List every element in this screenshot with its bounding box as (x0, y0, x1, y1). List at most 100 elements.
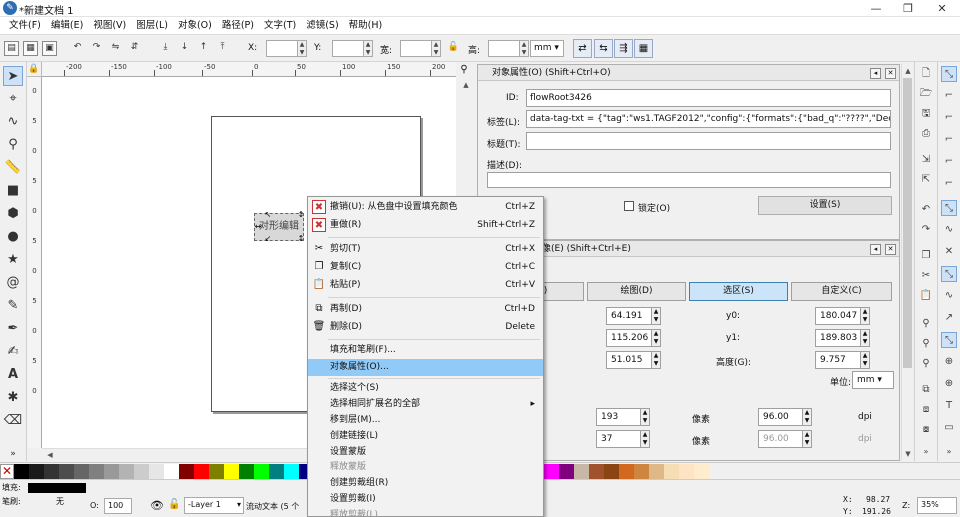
menu-item-set-clip[interactable]: 设置剪裁(I) (308, 491, 543, 508)
close-button[interactable]: ✕ (926, 0, 958, 17)
raise-icon[interactable]: ↑ (196, 41, 211, 56)
copy-icon[interactable]: ❐ (918, 248, 934, 264)
color-swatch[interactable] (44, 464, 59, 479)
minimize-button[interactable]: — (860, 0, 892, 17)
layer-visibility-icon[interactable]: 👁 (150, 499, 164, 512)
color-swatch[interactable] (694, 464, 709, 479)
menu-item-fill-stroke[interactable]: 填充和笔刷(F)... (308, 342, 543, 359)
set-button[interactable]: 设置(S) (758, 196, 892, 215)
scroll-left-icon[interactable]: ◀ (44, 449, 56, 461)
transform-handle-icon[interactable]: ↙ (264, 235, 272, 243)
no-paint-swatch-icon[interactable]: ✕ (0, 464, 14, 479)
color-swatch[interactable] (254, 464, 269, 479)
node-tool-icon[interactable]: ⌖ (3, 89, 23, 109)
menu-item-delete[interactable]: 🗑 删除(D) Delete (308, 319, 543, 336)
color-swatch[interactable] (194, 464, 209, 479)
lower-icon[interactable]: ↓ (177, 41, 192, 56)
save-icon[interactable]: 🖫 (918, 106, 934, 122)
color-swatch[interactable] (604, 464, 619, 479)
menu-path[interactable]: 路径(P) (217, 17, 259, 35)
color-swatch[interactable] (179, 464, 194, 479)
id-input[interactable]: flowRoot3426 (526, 89, 891, 107)
pencil-tool-icon[interactable]: ✎ (3, 296, 23, 316)
color-swatch[interactable] (29, 464, 44, 479)
y1-input[interactable]: 189.803 (815, 329, 861, 347)
import-icon[interactable]: ⇲ (918, 152, 934, 168)
color-swatch[interactable] (224, 464, 239, 479)
menu-item-object-properties[interactable]: 对象属性(O)... (308, 359, 543, 376)
color-swatch[interactable] (544, 464, 559, 479)
select-all-icon[interactable]: ▤ (4, 41, 19, 56)
transform-patterns-icon[interactable]: ▦ (634, 39, 653, 58)
cut-icon[interactable]: ✂ (918, 268, 934, 284)
height-input[interactable] (488, 40, 520, 57)
x1-input[interactable]: 115.206 (606, 329, 652, 347)
flip-horizontal-icon[interactable]: ⇋ (108, 41, 123, 56)
color-swatch[interactable] (284, 464, 299, 479)
width-input[interactable]: 51.015 (606, 351, 652, 369)
x0-spinner[interactable]: ▲ ▼ (652, 307, 661, 325)
redo-icon[interactable]: ↷ (918, 222, 934, 238)
print-icon[interactable]: ⎙ (918, 126, 934, 142)
color-swatch[interactable] (559, 464, 574, 479)
star-tool-icon[interactable]: ★ (3, 250, 23, 270)
color-swatch[interactable] (149, 464, 164, 479)
color-swatch[interactable] (574, 464, 589, 479)
snap-enable-icon[interactable]: ⤡ (941, 66, 957, 82)
tweak-tool-icon[interactable]: ∿ (3, 112, 23, 132)
tab-custom[interactable]: 自定义(C) (791, 282, 892, 301)
menu-item-select-same[interactable]: 选择相同扩展名的全部 ▸ (308, 396, 543, 413)
spray-tool-icon[interactable]: ✱ (3, 388, 23, 408)
color-swatch[interactable] (164, 464, 179, 479)
height-input[interactable]: 9.757 (815, 351, 861, 369)
x-input[interactable] (266, 40, 298, 57)
snap-bbox-corner-icon[interactable]: ⌐ (941, 132, 957, 148)
snap-others-icon[interactable]: ⤡ (941, 332, 957, 348)
dock-scrollbar[interactable]: ▲ ▼ (901, 64, 913, 461)
tab-drawing[interactable]: 绘图(D) (587, 282, 686, 301)
select-all-layers-icon[interactable]: ▦ (23, 41, 38, 56)
menu-item-select-this[interactable]: 选择这个(S) (308, 380, 543, 397)
fill-indicator[interactable] (28, 483, 86, 493)
color-swatch[interactable] (104, 464, 119, 479)
transform-gradients-icon[interactable]: ⇶ (614, 39, 633, 58)
snap-smooth-icon[interactable]: ∿ (941, 288, 957, 304)
snap-rotation-center-icon[interactable]: ⊕ (941, 376, 957, 392)
menu-help[interactable]: 帮助(H) (344, 17, 388, 35)
lower-bottom-icon[interactable]: ⤓ (158, 41, 173, 56)
dpi-input[interactable]: 96.00 (758, 408, 803, 426)
dpi-spinner[interactable]: ▲ ▼ (803, 408, 812, 426)
height-spinner[interactable]: ▲ ▼ (861, 351, 870, 369)
3d-box-tool-icon[interactable]: ⬢ (3, 204, 23, 224)
clone-icon[interactable]: ⧈ (918, 402, 934, 418)
layer-select[interactable]: -Layer 1 ▾ (184, 497, 244, 514)
zoom-page-icon[interactable]: ⚲ (918, 356, 934, 372)
transform-handle-icon[interactable]: ↕ (297, 211, 305, 219)
snap-nodes-icon[interactable]: ⤡ (941, 200, 957, 216)
y-spinner[interactable]: ▲ ▼ (364, 40, 373, 57)
menu-item-create-link[interactable]: 创建链接(L) (308, 428, 543, 445)
menu-item-copy[interactable]: ❐ 复制(C) Ctrl+C (308, 259, 543, 276)
measure-tool-icon[interactable]: 📏 (3, 158, 23, 178)
unit-select[interactable]: mm ▾ (530, 40, 564, 57)
y0-input[interactable]: 180.047 (815, 307, 861, 325)
color-swatch[interactable] (239, 464, 254, 479)
ellipse-tool-icon[interactable]: ● (3, 227, 23, 247)
color-swatch[interactable] (59, 464, 74, 479)
width-input[interactable] (400, 40, 432, 57)
snap-midpoint-icon[interactable]: ↗ (941, 310, 957, 326)
menu-layer[interactable]: 图层(L) (131, 17, 173, 35)
color-swatch[interactable] (134, 464, 149, 479)
panel-iconify-icon[interactable]: ◂ (870, 68, 881, 79)
color-swatch[interactable] (634, 464, 649, 479)
unit-select[interactable]: mm ▾ (852, 371, 894, 389)
height-spinner[interactable]: ▲ ▼ (520, 40, 529, 57)
color-swatch[interactable] (679, 464, 694, 479)
scroll-up-icon[interactable]: ▲ (460, 79, 472, 91)
pixel-width-spinner[interactable]: ▲ ▼ (641, 408, 650, 426)
maximize-button[interactable]: ❐ (892, 0, 924, 17)
snap-bbox-icon[interactable]: ⌐ (941, 88, 957, 104)
x0-input[interactable]: 64.191 (606, 307, 652, 325)
color-swatch[interactable] (269, 464, 284, 479)
undo-icon[interactable]: ↶ (918, 202, 934, 218)
